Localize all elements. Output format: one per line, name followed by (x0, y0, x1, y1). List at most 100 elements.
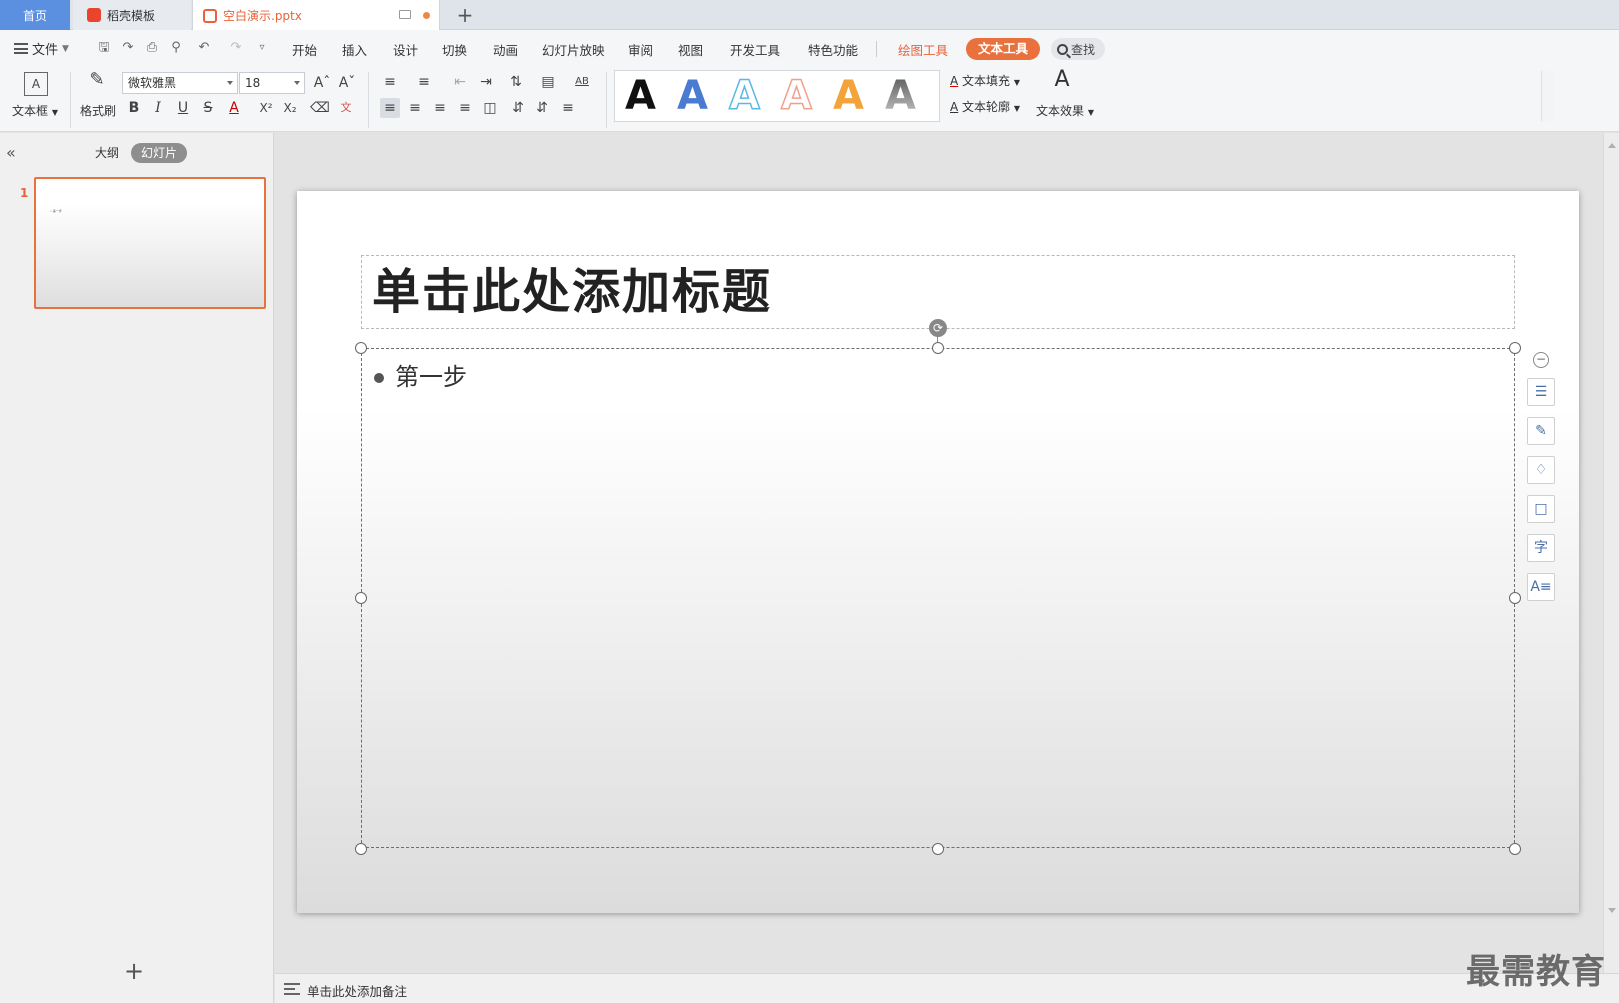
gallery-scroll-button[interactable] (1541, 71, 1554, 121)
unsaved-dot-icon[interactable] (423, 12, 430, 19)
menu-insert[interactable]: 插入 (342, 40, 367, 59)
text-style-light-blue-outline[interactable]: A (728, 72, 760, 120)
resize-handle-left[interactable] (355, 592, 367, 604)
increase-indent-icon[interactable]: ⇥ (476, 72, 496, 92)
resize-handle-top-left[interactable] (355, 342, 367, 354)
increase-font-icon[interactable]: Aˆ (312, 73, 332, 93)
menu-transition[interactable]: 切换 (442, 40, 467, 59)
tab-docer-templates[interactable]: 稻壳模板 (73, 0, 191, 30)
format-painter-icon[interactable]: ✎ (86, 70, 108, 96)
align-left-icon[interactable]: ≡ (380, 98, 400, 118)
paragraph-spacing-icon[interactable]: ⇵ (532, 98, 552, 118)
slide-thumbnail[interactable]: • 第一步 (34, 177, 266, 309)
clear-format-icon[interactable]: ⌫ (310, 98, 330, 118)
scroll-down-icon[interactable] (1608, 908, 1616, 913)
slide[interactable]: 单击此处添加标题 ⟳ 第一步 (297, 191, 1579, 913)
notes-placeholder[interactable]: 单击此处添加备注 (307, 981, 407, 1000)
textbox-button[interactable]: 文本框 ▼ (12, 102, 58, 119)
print-icon[interactable]: ⎙ (144, 40, 160, 56)
phonetic-guide-icon[interactable]: 文 (336, 98, 356, 118)
monitor-icon[interactable] (399, 10, 411, 19)
export-icon[interactable]: ↷ (120, 40, 136, 56)
numbered-list-icon[interactable]: ≡ (414, 72, 434, 92)
text-style-pink-outline[interactable]: A (780, 72, 812, 120)
redo-icon[interactable]: ↷ (228, 40, 244, 56)
notes-bar[interactable]: 单击此处添加备注 (275, 973, 1619, 1003)
textbox-icon[interactable]: A (24, 72, 48, 96)
resize-handle-top-right[interactable] (1509, 342, 1521, 354)
strikethrough-icon[interactable]: S (198, 98, 218, 118)
text-style-gray[interactable]: A (885, 73, 916, 119)
collapse-panel-icon[interactable]: « (6, 143, 16, 162)
new-tab-button[interactable]: + (455, 4, 475, 26)
menu-review[interactable]: 审阅 (628, 40, 653, 59)
text-style-blue[interactable]: A (677, 73, 708, 119)
align-text-icon[interactable]: ▤ (538, 72, 558, 92)
title-placeholder[interactable]: 单击此处添加标题 (361, 255, 1515, 329)
font-size-select[interactable]: 18 (239, 72, 305, 94)
align-center-icon[interactable]: ≡ (405, 98, 425, 118)
text-effect-icon[interactable]: A (1050, 69, 1074, 96)
border-icon[interactable]: □ (1527, 495, 1555, 523)
add-slide-button[interactable]: + (124, 959, 144, 983)
decrease-indent-icon[interactable]: ⇤ (450, 72, 470, 92)
spacing-options-icon[interactable]: ≡ (558, 98, 578, 118)
decrease-font-icon[interactable]: Aˇ (337, 73, 357, 93)
line-spacing-icon[interactable]: ⇵ (508, 98, 528, 118)
pen-icon[interactable]: ✎ (1527, 417, 1555, 445)
menu-animation[interactable]: 动画 (493, 40, 518, 59)
menu-text-tools[interactable]: 文本工具 (966, 38, 1040, 60)
font-icon[interactable]: 字 (1527, 534, 1555, 562)
resize-handle-bottom-left[interactable] (355, 843, 367, 855)
file-menu[interactable]: 文件 ▼ (14, 39, 69, 58)
menu-slideshow[interactable]: 幻灯片放映 (542, 40, 605, 59)
layers-icon[interactable]: ☰ (1527, 378, 1555, 406)
bullet-list-icon[interactable]: ≡ (380, 72, 400, 92)
tab-outline[interactable]: 大纲 (92, 143, 122, 163)
distribute-icon[interactable]: ◫ (480, 98, 500, 118)
superscript-icon[interactable]: X² (256, 98, 276, 118)
resize-handle-bottom-right[interactable] (1509, 843, 1521, 855)
tab-slides[interactable]: 幻灯片 (131, 143, 187, 163)
save-icon[interactable]: 🖫 (96, 40, 112, 56)
customize-toolbar-icon[interactable]: ▿ (254, 40, 270, 56)
resize-handle-right[interactable] (1509, 592, 1521, 604)
text-effect-button[interactable]: 文本效果 ▼ (1036, 102, 1094, 119)
text-direction-icon[interactable]: ⇅ (506, 72, 526, 92)
resize-handle-bottom[interactable] (932, 843, 944, 855)
font-name-select[interactable]: 微软雅黑 (122, 72, 238, 94)
text-outline-button[interactable]: A 文本轮廓 ▼ (950, 98, 1020, 115)
format-painter-button[interactable]: 格式刷 (80, 102, 116, 119)
italic-icon[interactable]: I (148, 98, 168, 118)
fill-icon[interactable]: ♢ (1527, 456, 1555, 484)
subscript-icon[interactable]: X₂ (280, 98, 300, 118)
vertical-scrollbar[interactable] (1603, 133, 1619, 973)
scroll-up-icon[interactable] (1608, 143, 1616, 148)
print-preview-icon[interactable]: ⚲ (168, 40, 184, 56)
tab-home[interactable]: 首页 (0, 0, 70, 30)
text-style-orange[interactable]: A (833, 73, 864, 119)
menu-design[interactable]: 设计 (393, 40, 418, 59)
menu-view[interactable]: 视图 (678, 40, 703, 59)
menu-special-features[interactable]: 特色功能 (808, 40, 858, 59)
text-fill-button[interactable]: A 文本填充 ▼ (950, 72, 1020, 89)
tab-document[interactable]: 空白演示.pptx (192, 0, 440, 31)
align-right-icon[interactable]: ≡ (430, 98, 450, 118)
content-placeholder[interactable]: 第一步 (361, 348, 1515, 848)
minimize-tools-icon[interactable]: − (1533, 352, 1549, 368)
justify-icon[interactable]: ≡ (455, 98, 475, 118)
font-color-icon[interactable]: A (224, 98, 244, 118)
bullet-text[interactable]: 第一步 (395, 359, 467, 395)
text-format-icon[interactable]: A≡ (1527, 573, 1555, 601)
menu-start[interactable]: 开始 (292, 40, 317, 59)
underline-icon[interactable]: U (173, 98, 193, 118)
text-style-black[interactable]: A (625, 73, 656, 119)
menu-drawing-tools[interactable]: 绘图工具 (898, 40, 948, 59)
rotate-handle-icon[interactable]: ⟳ (929, 319, 947, 337)
resize-handle-top[interactable] (932, 342, 944, 354)
search-button[interactable]: 查找 (1051, 38, 1105, 60)
menu-developer[interactable]: 开发工具 (730, 40, 780, 59)
undo-icon[interactable]: ↶ (196, 40, 212, 56)
columns-icon[interactable]: AB (572, 72, 592, 92)
bold-icon[interactable]: B (124, 98, 144, 118)
